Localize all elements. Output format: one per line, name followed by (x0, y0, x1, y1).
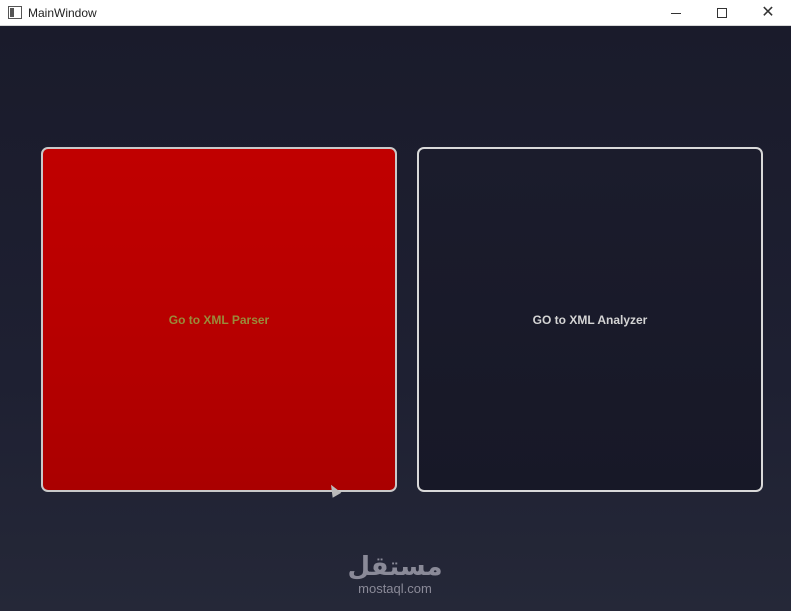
go-to-xml-analyzer-button[interactable]: GO to XML Analyzer (417, 147, 763, 492)
main-content: Go to XML Parser GO to XML Analyzer مستق… (0, 27, 791, 611)
watermark-latin: mostaql.com (358, 581, 432, 596)
watermark-arabic: مستقل (347, 552, 443, 582)
watermark: مستقل mostaql.com (335, 552, 455, 596)
go-to-xml-parser-button[interactable]: Go to XML Parser (41, 147, 397, 492)
close-button[interactable]: ✕ (745, 0, 791, 26)
minimize-button[interactable] (653, 0, 699, 26)
analyzer-button-label: GO to XML Analyzer (532, 312, 648, 327)
maximize-button[interactable] (699, 0, 745, 26)
maximize-icon (717, 8, 727, 18)
minimize-icon (671, 12, 681, 14)
window-title: MainWindow (28, 6, 97, 20)
title-bar: MainWindow ✕ (0, 0, 791, 26)
parser-button-label: Go to XML Parser (168, 312, 270, 327)
app-window-icon (8, 6, 22, 19)
close-icon: ✕ (761, 4, 775, 21)
